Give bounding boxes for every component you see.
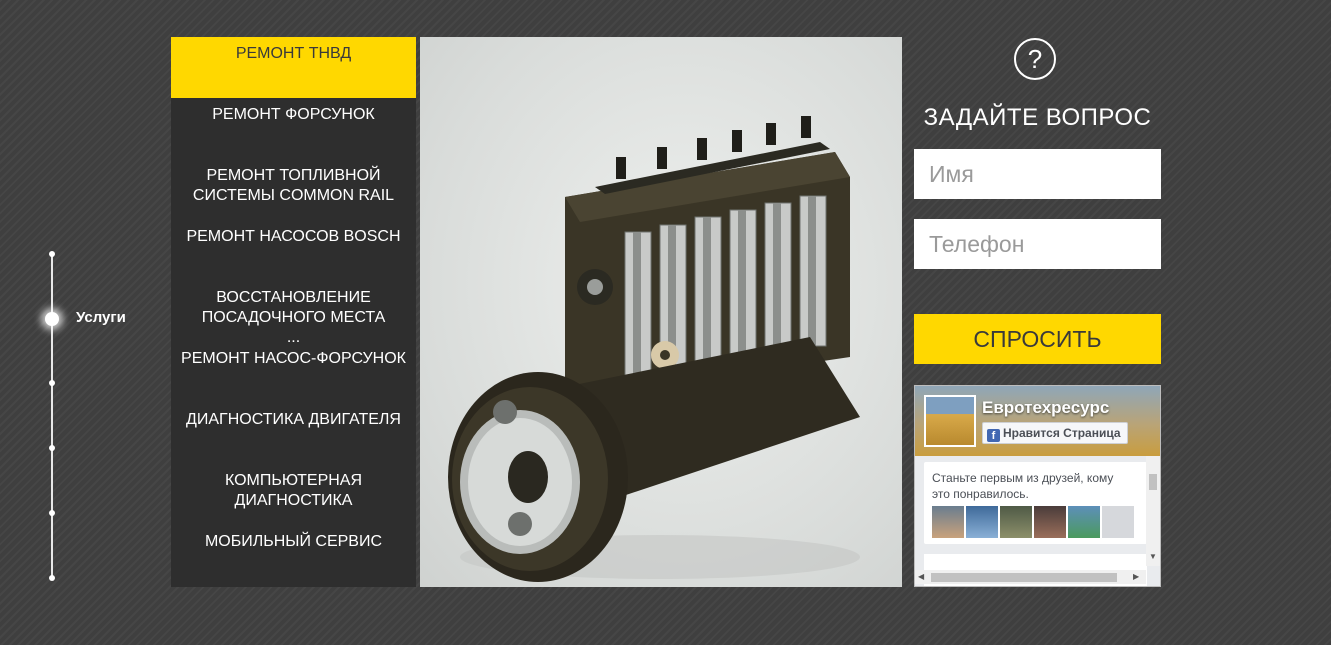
fb-horizontal-scrollbar[interactable]: ◀ ▶ — [915, 570, 1146, 584]
ask-title: ЗАДАЙТЕ ВОПРОС — [923, 104, 1152, 131]
fb-social-text: Станьте первым из друзей, кому это понра… — [932, 471, 1114, 501]
fuel-pump-illustration — [448, 116, 860, 582]
timeline-active-label[interactable]: Услуги — [76, 309, 126, 326]
name-input[interactable] — [914, 149, 1161, 199]
fb-vertical-scrollbar[interactable]: ▼ — [1146, 456, 1160, 566]
facebook-page-widget: Евротехресурс f Нравится Страница Станьте… — [914, 385, 1161, 587]
friend-avatar[interactable] — [932, 506, 964, 538]
fb-like-button[interactable]: f Нравится Страница — [982, 422, 1128, 444]
menu-item-engine-diagnostics[interactable]: ДИАГНОСТИКА ДВИГАТЕЛЯ — [171, 410, 416, 430]
timeline-dot[interactable] — [49, 251, 55, 257]
section-timeline — [45, 251, 59, 581]
fb-page-avatar[interactable] — [924, 395, 976, 447]
timeline-dot-active[interactable] — [45, 312, 59, 326]
menu-item-common-rail[interactable]: РЕМОНТ ТОПЛИВНОЙ СИСТЕМЫ COMMON RAIL — [171, 166, 416, 206]
phone-input[interactable] — [914, 219, 1161, 269]
fb-social-card: Станьте первым из друзей, кому это понра… — [924, 462, 1147, 544]
menu-item-computer-diagnostics[interactable]: КОМПЬЮТЕРНАЯ ДИАГНОСТИКА — [171, 471, 416, 511]
menu-item-label: РЕМОНТ ТНВД — [235, 45, 352, 62]
fb-page-name[interactable]: Евротехресурс — [982, 398, 1109, 418]
menu-item-injectors[interactable]: РЕМОНТ ФОРСУНОК — [171, 105, 416, 125]
facebook-icon: f — [987, 429, 1000, 442]
menu-item-bosch[interactable]: РЕМОНТ НАСОСОВ BOSCH — [171, 227, 416, 247]
timeline-line — [51, 253, 53, 579]
scroll-left-icon[interactable]: ◀ — [918, 572, 924, 581]
timeline-dot[interactable] — [49, 380, 55, 386]
services-menu: РЕМОНТ ТНВД РЕМОНТ ФОРСУНОК РЕМОНТ ТОПЛИ… — [171, 37, 416, 587]
friend-avatar[interactable] — [1068, 506, 1100, 538]
fb-feed: Станьте первым из друзей, кому это понра… — [915, 456, 1160, 586]
timeline-dot[interactable] — [49, 575, 55, 581]
fb-like-label: Нравится Страница — [1003, 426, 1121, 440]
timeline-dot[interactable] — [49, 510, 55, 516]
friend-avatar[interactable] — [966, 506, 998, 538]
friend-avatar[interactable] — [1000, 506, 1032, 538]
menu-item-mobile-service[interactable]: МОБИЛЬНЫЙ СЕРВИС — [171, 532, 416, 552]
scroll-right-icon[interactable]: ▶ — [1133, 572, 1139, 581]
menu-item-pump-injectors[interactable]: РЕМОНТ НАСОС-ФОРСУНОК — [171, 349, 416, 369]
question-icon: ? — [1014, 38, 1056, 80]
friend-avatar[interactable] — [1034, 506, 1066, 538]
friend-avatar-placeholder[interactable] — [1102, 506, 1134, 538]
scrollbar-thumb[interactable] — [1149, 474, 1157, 490]
scrollbar-thumb[interactable] — [931, 573, 1117, 582]
scroll-down-icon[interactable]: ▼ — [1149, 552, 1157, 561]
ask-submit-button[interactable]: СПРОСИТЬ — [914, 314, 1161, 364]
menu-item-tnvd[interactable]: РЕМОНТ ТНВД — [171, 37, 416, 98]
menu-item-seat-restoration[interactable]: ВОССТАНОВЛЕНИЕ ПОСАДОЧНОГО МЕСТА ... — [171, 288, 416, 348]
fuel-pump-image — [420, 37, 902, 587]
timeline-dot[interactable] — [49, 445, 55, 451]
